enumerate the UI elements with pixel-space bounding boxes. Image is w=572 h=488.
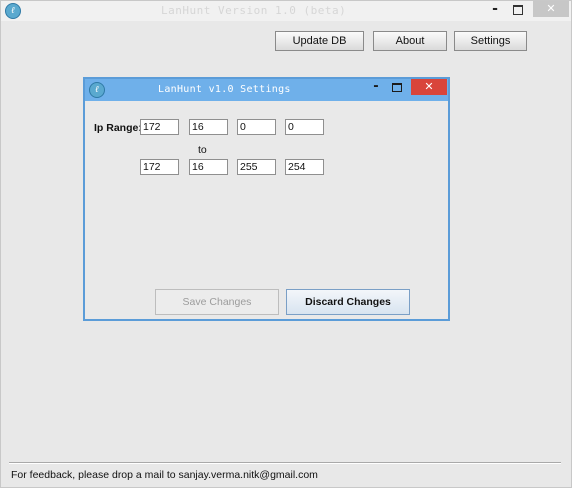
- end-ip-octet-1[interactable]: [140, 159, 179, 175]
- dialog-close-icon[interactable]: ✕: [411, 79, 447, 95]
- main-window-title: LanHunt Version 1.0 (beta): [161, 4, 347, 17]
- dialog-title: LanHunt v1.0 Settings: [158, 84, 291, 95]
- maximize-icon[interactable]: [513, 5, 523, 15]
- end-ip-octet-2[interactable]: [189, 159, 228, 175]
- start-ip-octet-1[interactable]: [140, 119, 179, 135]
- save-changes-button[interactable]: Save Changes: [155, 289, 279, 315]
- feedback-text: For feedback, please drop a mail to sanj…: [11, 469, 318, 481]
- footer-divider: [9, 462, 561, 464]
- ip-range-label: Ip Range:: [94, 122, 142, 134]
- end-ip-octet-4[interactable]: [285, 159, 324, 175]
- start-ip-octet-3[interactable]: [237, 119, 276, 135]
- dialog-logo-icon: ℓ: [89, 82, 105, 98]
- app-logo-icon: ℓ: [5, 3, 21, 19]
- end-ip-octet-3[interactable]: [237, 159, 276, 175]
- discard-changes-button[interactable]: Discard Changes: [286, 289, 410, 315]
- settings-button[interactable]: Settings: [454, 31, 527, 51]
- dialog-minimize-icon[interactable]: -: [370, 80, 382, 94]
- about-button[interactable]: About: [373, 31, 447, 51]
- minimize-icon[interactable]: -: [488, 2, 502, 17]
- dialog-maximize-icon[interactable]: [392, 83, 402, 92]
- start-ip-octet-4[interactable]: [285, 119, 324, 135]
- close-icon[interactable]: ✕: [533, 1, 569, 17]
- update-db-button[interactable]: Update DB: [275, 31, 364, 51]
- to-label: to: [198, 144, 207, 156]
- main-titlebar[interactable]: ℓ LanHunt Version 1.0 (beta) - ✕: [1, 1, 571, 21]
- start-ip-octet-2[interactable]: [189, 119, 228, 135]
- dialog-titlebar[interactable]: ℓ LanHunt v1.0 Settings - ✕: [85, 79, 448, 101]
- settings-dialog: ℓ LanHunt v1.0 Settings - ✕ Ip Range: to…: [83, 77, 450, 321]
